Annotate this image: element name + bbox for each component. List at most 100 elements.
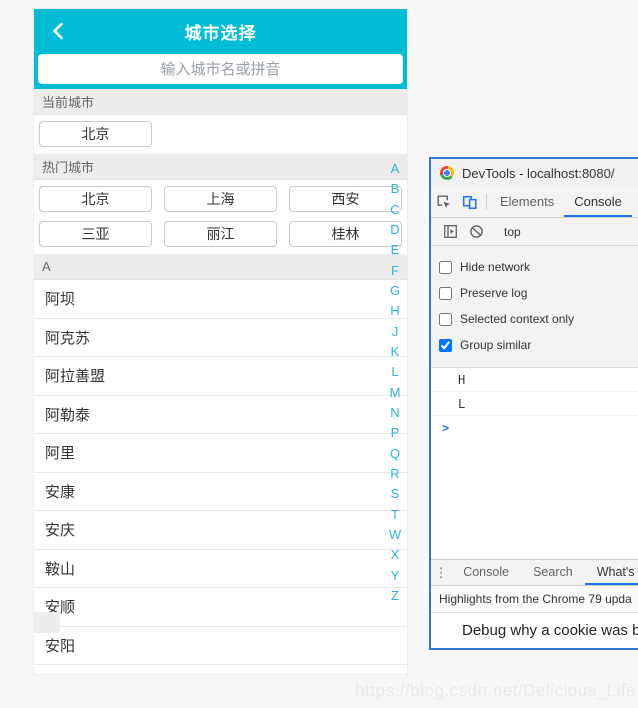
city-list-item[interactable]: 安阳: [34, 626, 407, 665]
filter-label: Group similar: [460, 338, 532, 352]
whats-new-content: Debug why a cookie was block: [431, 613, 638, 648]
alphabet-index-letter[interactable]: N: [390, 406, 399, 419]
hot-cities-section-header: 热门城市: [34, 154, 407, 180]
page-title: 城市选择: [184, 24, 257, 43]
console-empty-area[interactable]: [431, 440, 638, 559]
alphabet-index-letter[interactable]: K: [391, 345, 400, 358]
console-toolbar: top ▼: [431, 218, 638, 246]
device-toolbar-icon: [462, 195, 477, 209]
alphabet-index-letter[interactable]: H: [390, 304, 399, 317]
search-wrap: [34, 54, 407, 84]
letter-section-header: A: [34, 254, 407, 280]
city-list-item[interactable]: 安康: [34, 472, 407, 511]
inspect-element-button[interactable]: [431, 187, 457, 217]
devtools-window-title: DevTools - localhost:8080/: [462, 165, 615, 181]
devtools-window: DevTools - localhost:8080/ Elements Cons…: [429, 157, 638, 650]
block-icon: [469, 225, 483, 238]
context-selector[interactable]: top: [504, 225, 521, 239]
current-city-section-header: 当前城市: [34, 89, 407, 115]
city-list-item[interactable]: 阿拉善盟: [34, 357, 407, 396]
filter-label: Hide network: [460, 260, 531, 274]
drawer-tab-whats-new[interactable]: What's N: [584, 560, 638, 585]
console-prompt-row[interactable]: >: [431, 416, 638, 440]
drawer-tab-console[interactable]: Console: [451, 560, 521, 585]
alphabet-index-letter[interactable]: Y: [391, 569, 400, 582]
filter-label: Preserve log: [460, 286, 528, 300]
alphabet-index-letter[interactable]: M: [390, 386, 401, 399]
infobar-text: Highlights from the Chrome 79 upda: [439, 592, 632, 606]
clear-console-button[interactable]: [463, 224, 489, 239]
alphabet-index-letter[interactable]: D: [390, 223, 399, 236]
whats-new-headline[interactable]: Debug why a cookie was block: [462, 622, 638, 639]
alphabet-index-letter[interactable]: C: [390, 203, 399, 216]
drawer-tabbar: ⋮ Console Search What's N: [431, 559, 638, 586]
console-filter-option[interactable]: Group similar: [439, 332, 638, 358]
console-filter-option[interactable]: Hide network: [439, 254, 638, 280]
sidebar-panel-icon: [443, 225, 457, 238]
alphabet-index-letter[interactable]: R: [390, 467, 399, 480]
city-list-item[interactable]: 阿城: [34, 665, 407, 674]
devtools-titlebar[interactable]: DevTools - localhost:8080/: [431, 159, 638, 187]
alphabet-index-letter[interactable]: G: [390, 284, 400, 297]
drawer-menu-button[interactable]: ⋮: [431, 560, 451, 585]
devtools-main-tabbar: Elements Console: [431, 187, 638, 218]
app-titlebar: 城市选择: [34, 9, 407, 54]
page: 城市选择 当前城市 北京 热门城市 北京 上海 西安 三亚: [0, 0, 638, 708]
chrome-logo-icon: [440, 166, 454, 180]
city-list-item[interactable]: 安庆: [34, 511, 407, 550]
tab-console[interactable]: Console: [564, 187, 632, 217]
hot-cities-grid: 北京 上海 西安 三亚 丽江 桂林: [34, 180, 407, 254]
filter-checkbox[interactable]: [439, 312, 452, 326]
console-message-row[interactable]: L: [431, 392, 638, 416]
hot-city-button[interactable]: 北京: [39, 186, 152, 212]
city-list-item[interactable]: 阿里: [34, 434, 407, 473]
hot-city-button[interactable]: 三亚: [39, 221, 152, 247]
alphabet-index-letter[interactable]: B: [391, 182, 400, 195]
hot-city-button[interactable]: 上海: [164, 186, 277, 212]
current-city-label: 当前城市: [42, 95, 95, 110]
city-list-item[interactable]: 阿坝: [34, 280, 407, 319]
filter-checkbox[interactable]: [439, 286, 452, 300]
whats-new-infobar: Highlights from the Chrome 79 upda: [431, 586, 638, 613]
alphabet-index-letter[interactable]: E: [391, 243, 400, 256]
search-input[interactable]: [38, 54, 403, 84]
console-settings-panel: Hide network Preserve log Selected conte…: [431, 246, 638, 368]
filter-checkbox[interactable]: [439, 338, 452, 352]
console-filter-option[interactable]: Selected context only: [439, 306, 638, 332]
alphabet-index-letter[interactable]: L: [391, 365, 398, 378]
console-message-row[interactable]: H: [431, 368, 638, 392]
filter-label: Selected context only: [460, 312, 575, 326]
city-list-item[interactable]: 阿勒泰: [34, 395, 407, 434]
drawer-tab-search[interactable]: Search: [521, 560, 585, 585]
alphabet-index-letter[interactable]: Z: [391, 589, 399, 602]
alphabet-index-letter[interactable]: Q: [390, 447, 400, 460]
alphabet-index-letter[interactable]: X: [391, 548, 400, 561]
hot-city-button[interactable]: 西安: [289, 186, 402, 212]
alphabet-index-letter[interactable]: S: [391, 487, 400, 500]
alphabet-index-letter[interactable]: W: [389, 528, 401, 541]
tab-elements[interactable]: Elements: [490, 187, 564, 217]
hot-city-button[interactable]: 桂林: [289, 221, 402, 247]
city-list-item[interactable]: 阿克苏: [34, 318, 407, 357]
city-list-item[interactable]: 鞍山: [34, 549, 407, 588]
filter-checkbox[interactable]: [439, 260, 452, 274]
console-filter-option[interactable]: Preserve log: [439, 280, 638, 306]
inspect-cursor-icon: [437, 195, 450, 208]
toggle-device-toolbar-button[interactable]: [457, 187, 483, 217]
city-picker-panel: 城市选择 当前城市 北京 热门城市 北京 上海 西安 三亚: [33, 8, 408, 675]
back-button[interactable]: [44, 17, 72, 45]
current-city-row: 北京: [34, 115, 407, 154]
show-console-sidebar-button[interactable]: [437, 224, 463, 239]
hot-city-button[interactable]: 丽江: [164, 221, 277, 247]
alphabet-index-letter[interactable]: P: [391, 426, 400, 439]
alphabet-index-letter[interactable]: J: [392, 325, 399, 338]
alphabet-index-bar: A B C D E F G H J K L M N P Q R S T W X …: [387, 162, 403, 602]
hot-cities-label: 热门城市: [42, 160, 95, 175]
current-city-button[interactable]: 北京: [39, 121, 152, 147]
scroll-hint-overlay: [34, 612, 60, 633]
alphabet-index-letter[interactable]: T: [391, 508, 399, 521]
city-list-item[interactable]: 安顺: [34, 588, 407, 627]
alphabet-index-letter[interactable]: F: [391, 264, 399, 277]
tabbar-separator: [486, 194, 487, 210]
alphabet-index-letter[interactable]: A: [391, 162, 400, 175]
